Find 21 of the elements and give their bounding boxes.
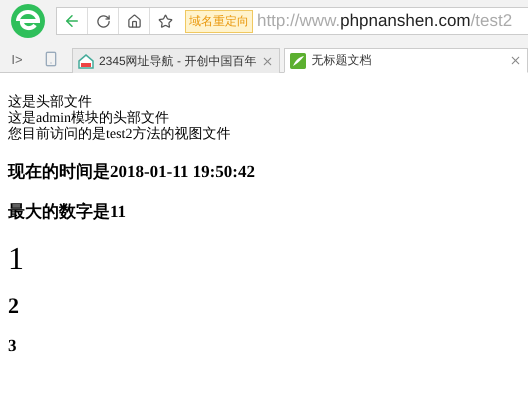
house-icon [78, 53, 94, 69]
home-icon [126, 14, 142, 28]
browser-tab[interactable]: 2345网址导航 - 开创中国百年 [72, 48, 280, 73]
reload-icon [96, 14, 110, 28]
browser-tab[interactable]: 无标题文档 [284, 48, 528, 73]
browser-logo-icon[interactable] [10, 3, 46, 39]
heading: 现在的时间是2018-01-11 19:50:42 [8, 161, 256, 183]
leaf-icon [290, 52, 306, 68]
star-icon [158, 14, 173, 28]
close-icon[interactable] [261, 54, 274, 68]
url-field[interactable]: http://www.phpnanshen.com/test2 [257, 11, 512, 31]
text-line: 您目前访问的是test2方法的视图文件 [8, 127, 232, 143]
close-icon[interactable] [509, 54, 522, 67]
text-line: 这是admin模块的头部文件 [8, 111, 170, 126]
redirect-badge: 域名重定向 [185, 10, 253, 32]
sidebar-toggle-button[interactable]: I> [0, 46, 34, 72]
heading: 1 [8, 240, 25, 277]
text-line: 这是头部文件 [8, 95, 93, 110]
heading: 最大的数字是11 [8, 201, 128, 223]
heading: 3 [8, 336, 18, 356]
heading: 2 [8, 293, 20, 319]
